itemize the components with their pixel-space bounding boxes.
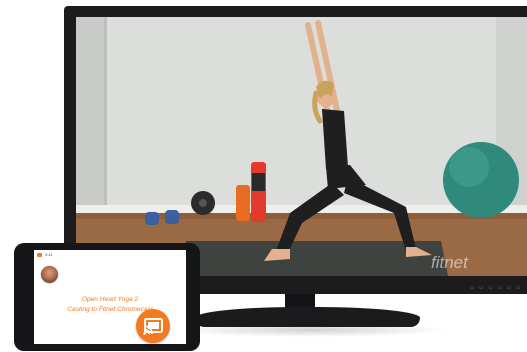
- tv-indicator-lights: ▭ ▭ ▭ ▭ ▭ ▭: [470, 284, 521, 291]
- fitnet-watermark: fitnet: [431, 253, 468, 272]
- wall-corner: [76, 17, 104, 217]
- red-roller: [251, 162, 266, 222]
- cast-button[interactable]: [136, 309, 170, 343]
- cast-icon: [143, 318, 163, 335]
- kettlebell: [165, 210, 179, 224]
- app-logo-icon: [37, 253, 42, 257]
- yoga-video-frame: [76, 17, 527, 276]
- avatar[interactable]: [40, 265, 59, 284]
- kettlebell: [145, 212, 159, 225]
- status-bar-text: 9:41: [45, 252, 53, 257]
- orange-roller: [236, 185, 250, 221]
- tablet-device: 9:41 Open Heart Yoga 2 Casting to Fitnet…: [14, 243, 200, 351]
- tv-screen: fitnet: [76, 17, 527, 276]
- workout-title: Open Heart Yoga 2: [81, 296, 139, 303]
- strap: [252, 173, 265, 191]
- tv-stand-base: [195, 307, 420, 327]
